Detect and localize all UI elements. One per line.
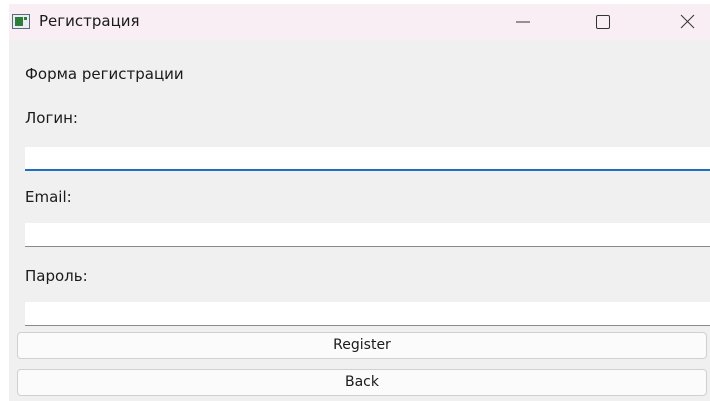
minimize-icon (516, 21, 530, 23)
back-button[interactable]: Back (17, 369, 707, 396)
minimize-button[interactable] (500, 4, 546, 40)
close-button[interactable] (664, 4, 710, 40)
title-bar[interactable]: Регистрация (9, 4, 710, 40)
password-label: Пароль: (25, 267, 88, 285)
login-input[interactable] (25, 147, 710, 171)
window-app-icon (12, 14, 30, 29)
login-label: Логин: (25, 109, 78, 127)
password-input[interactable] (25, 302, 710, 326)
window-title: Регистрация (39, 12, 140, 30)
close-icon (680, 14, 695, 29)
maximize-icon (596, 15, 610, 29)
email-input[interactable] (25, 223, 710, 247)
register-button[interactable]: Register (17, 332, 707, 359)
email-label: Email: (25, 188, 72, 206)
form-heading: Форма регистрации (25, 65, 184, 83)
maximize-button[interactable] (580, 4, 626, 40)
